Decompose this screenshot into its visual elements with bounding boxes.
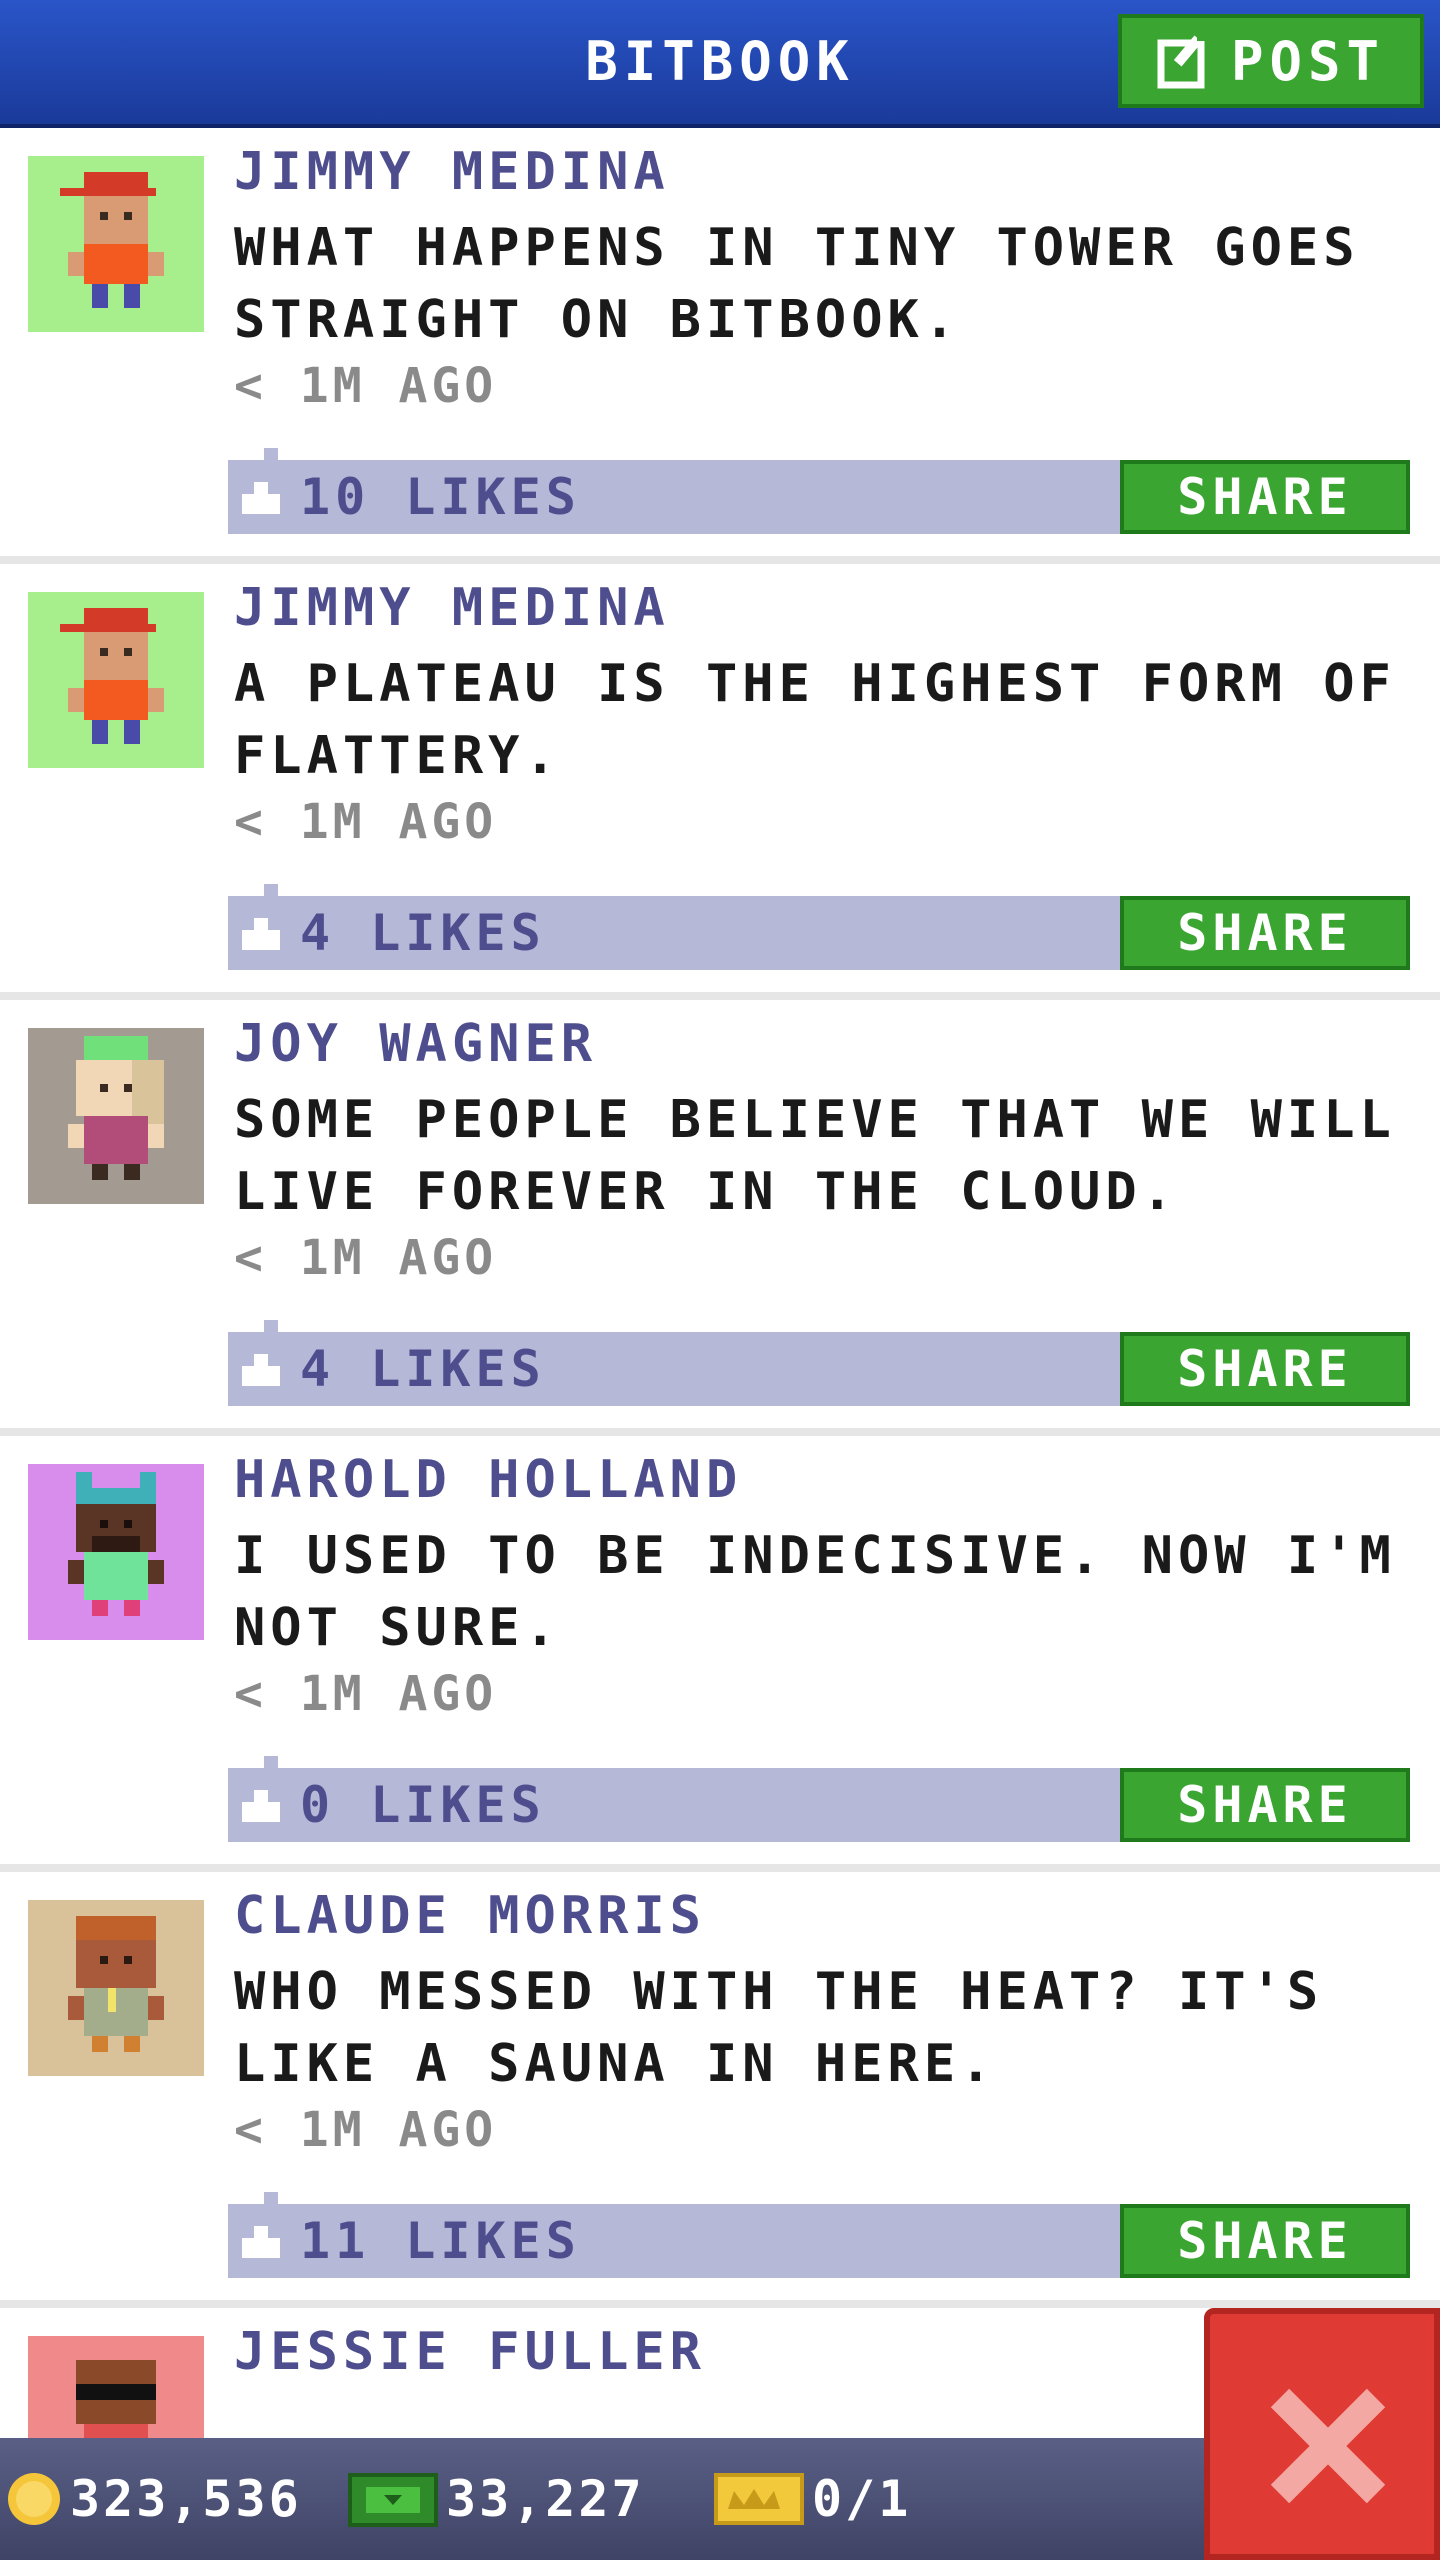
post-author: CLAUDE MORRIS xyxy=(234,1886,706,1946)
coin-icon xyxy=(6,2471,70,2527)
close-icon xyxy=(1270,2388,1386,2504)
bux-icon xyxy=(348,2469,446,2529)
share-button[interactable]: SHARE xyxy=(1120,896,1410,970)
post-author: JIMMY MEDINA xyxy=(234,578,670,638)
app-header: BITBOOK POST xyxy=(0,0,1440,128)
likes-count: 10 LIKES xyxy=(300,468,581,526)
post-author: HAROLD HOLLAND xyxy=(234,1450,743,1510)
avatar xyxy=(28,592,204,768)
post-author: JESSIE FULLER xyxy=(234,2322,706,2382)
close-button[interactable] xyxy=(1204,2308,1440,2560)
post-button-label: POST xyxy=(1230,29,1386,93)
likes-count: 4 LIKES xyxy=(300,904,546,962)
coin-count: 323,536 xyxy=(70,2470,302,2528)
thumb-icon[interactable] xyxy=(242,1788,280,1822)
post-message: WHAT HAPPENS IN TINY TOWER GOES STRAIGHT… xyxy=(234,218,1360,350)
share-button[interactable]: SHARE xyxy=(1120,460,1410,534)
likes-count: 0 LIKES xyxy=(300,1776,546,1834)
thumb-icon[interactable] xyxy=(242,1352,280,1386)
avatar xyxy=(28,1900,204,2076)
thumb-icon[interactable] xyxy=(242,916,280,950)
edit-icon xyxy=(1157,31,1217,91)
coin-balance: 323,536 xyxy=(6,2438,302,2560)
post-message: I USED TO BE INDECISIVE. NOW I'M NOT SUR… xyxy=(234,1526,1396,1658)
like-bar-notch xyxy=(264,2192,278,2206)
feed-post: CLAUDE MORRIS WHO MESSED WITH THE HEAT? … xyxy=(0,1872,1440,2308)
post-message: SOME PEOPLE BELIEVE THAT WE WILL LIVE FO… xyxy=(234,1090,1396,1222)
post-time: < 1M AGO xyxy=(234,358,498,414)
like-bar-notch xyxy=(264,884,278,898)
share-button[interactable]: SHARE xyxy=(1120,1332,1410,1406)
likes-count: 4 LIKES xyxy=(300,1340,546,1398)
feed-post: JOY WAGNER SOME PEOPLE BELIEVE THAT WE W… xyxy=(0,1000,1440,1436)
post-time: < 1M AGO xyxy=(234,1230,498,1286)
avatar xyxy=(28,1028,204,1204)
like-bar-notch xyxy=(264,1320,278,1334)
like-bar-notch xyxy=(264,1756,278,1770)
ticket-icon xyxy=(714,2471,812,2527)
feed-post: HAROLD HOLLAND I USED TO BE INDECISIVE. … xyxy=(0,1436,1440,1872)
ticket-balance: 0/1 xyxy=(714,2438,911,2560)
post-time: < 1M AGO xyxy=(234,794,498,850)
feed-post: JIMMY MEDINA WHAT HAPPENS IN TINY TOWER … xyxy=(0,128,1440,564)
post-button[interactable]: POST xyxy=(1118,14,1424,108)
avatar xyxy=(28,1464,204,1640)
post-author: JIMMY MEDINA xyxy=(234,142,670,202)
feed-post: JIMMY MEDINA A PLATEAU IS THE HIGHEST FO… xyxy=(0,564,1440,1000)
like-bar: 4 LIKES SHARE xyxy=(228,1320,1410,1406)
bux-balance: 33,227 xyxy=(348,2438,645,2560)
like-bar: 0 LIKES SHARE xyxy=(228,1756,1410,1842)
like-bar: 10 LIKES SHARE xyxy=(228,448,1410,534)
post-time: < 1M AGO xyxy=(234,1666,498,1722)
like-bar: 4 LIKES SHARE xyxy=(228,884,1410,970)
ticket-count: 0/1 xyxy=(812,2470,912,2528)
post-feed[interactable]: JIMMY MEDINA WHAT HAPPENS IN TINY TOWER … xyxy=(0,128,1440,2512)
post-message: A PLATEAU IS THE HIGHEST FORM OF FLATTER… xyxy=(234,654,1396,786)
thumb-icon[interactable] xyxy=(242,2224,280,2258)
post-message: WHO MESSED WITH THE HEAT? IT'S LIKE A SA… xyxy=(234,1962,1324,2094)
share-button[interactable]: SHARE xyxy=(1120,2204,1410,2278)
post-author: JOY WAGNER xyxy=(234,1014,598,1074)
bux-count: 33,227 xyxy=(446,2470,645,2528)
like-bar: 11 LIKES SHARE xyxy=(228,2192,1410,2278)
like-bar-notch xyxy=(264,448,278,462)
thumb-icon[interactable] xyxy=(242,480,280,514)
likes-count: 11 LIKES xyxy=(300,2212,581,2270)
share-button[interactable]: SHARE xyxy=(1120,1768,1410,1842)
post-time: < 1M AGO xyxy=(234,2102,498,2158)
avatar xyxy=(28,156,204,332)
